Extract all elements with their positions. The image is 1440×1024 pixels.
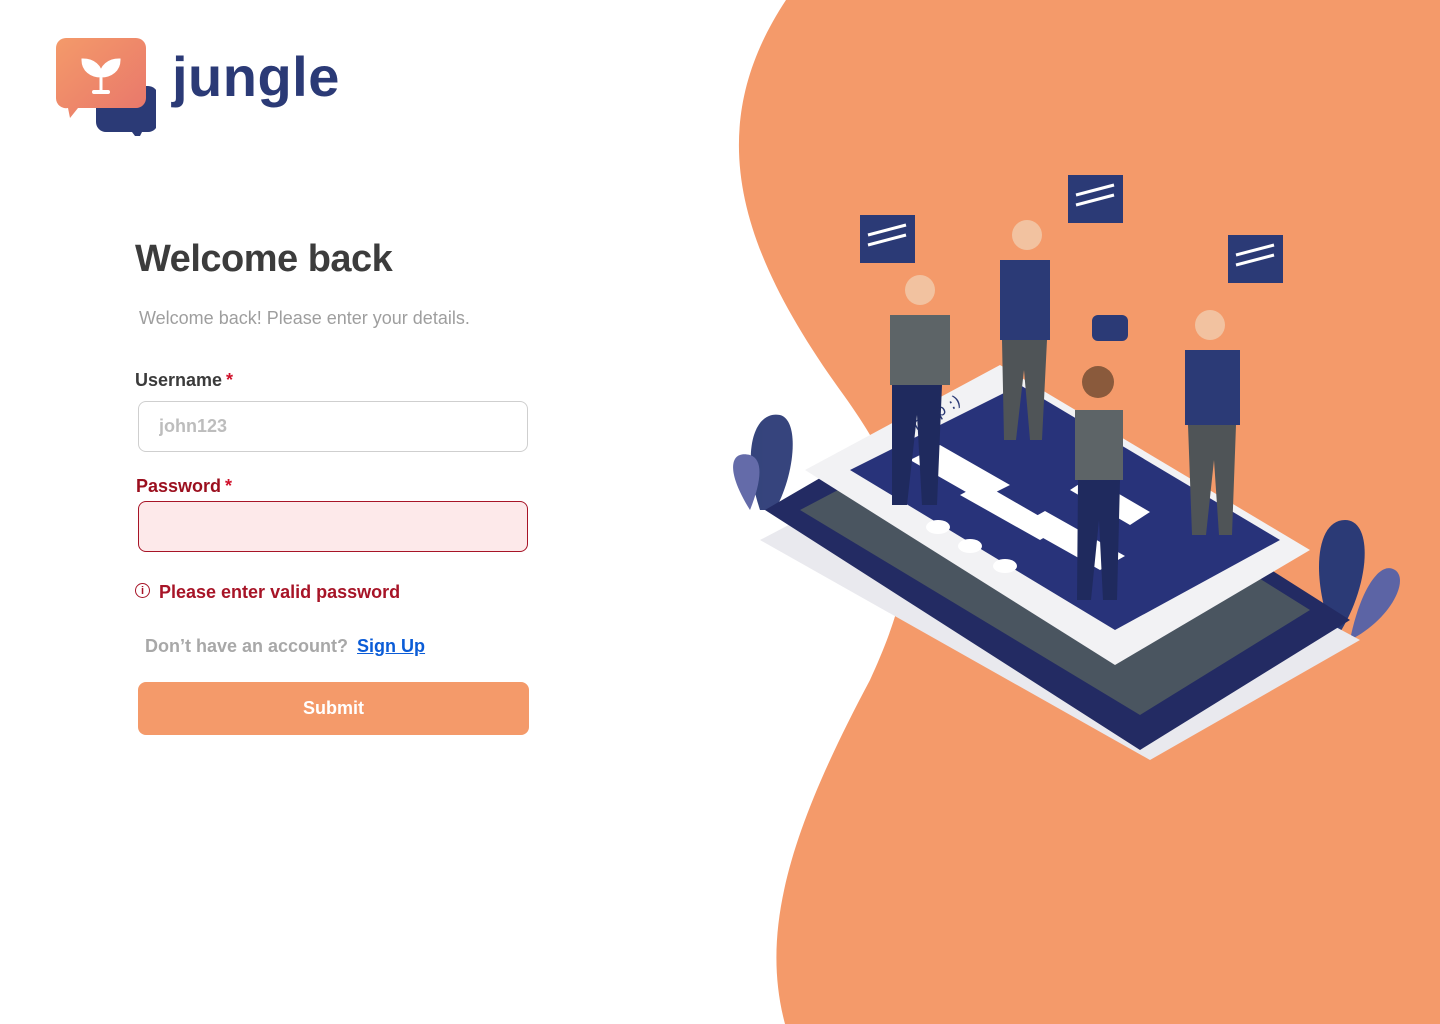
brand-name: jungle — [172, 44, 340, 108]
password-error: i Please enter valid password — [135, 582, 400, 603]
page-subtitle: Welcome back! Please enter your details. — [139, 308, 470, 328]
required-marker: * — [225, 476, 233, 496]
info-circle-icon: i — [135, 583, 150, 598]
password-input[interactable] — [138, 501, 528, 552]
brand-logo[interactable]: jungle — [55, 36, 340, 140]
password-label: Password * — [136, 476, 232, 497]
error-message: Please enter valid password — [159, 582, 401, 602]
sprout-chat-bubble-icon — [55, 36, 158, 140]
people-chatting-on-phone-illustration: (Group :) — [733, 175, 1400, 760]
username-input[interactable] — [138, 401, 528, 452]
page-title: Welcome back — [135, 238, 393, 280]
required-marker: * — [226, 370, 234, 390]
submit-button[interactable]: Submit — [138, 682, 529, 735]
signup-prompt: Don’t have an account? — [145, 636, 349, 656]
signup-link[interactable]: Sign Up — [357, 636, 425, 656]
password-label-text: Password — [136, 476, 222, 496]
signup-row: Don’t have an account? Sign Up — [145, 636, 425, 657]
username-label: Username * — [135, 370, 233, 391]
username-label-text: Username — [135, 370, 223, 390]
left-plant — [733, 414, 793, 510]
